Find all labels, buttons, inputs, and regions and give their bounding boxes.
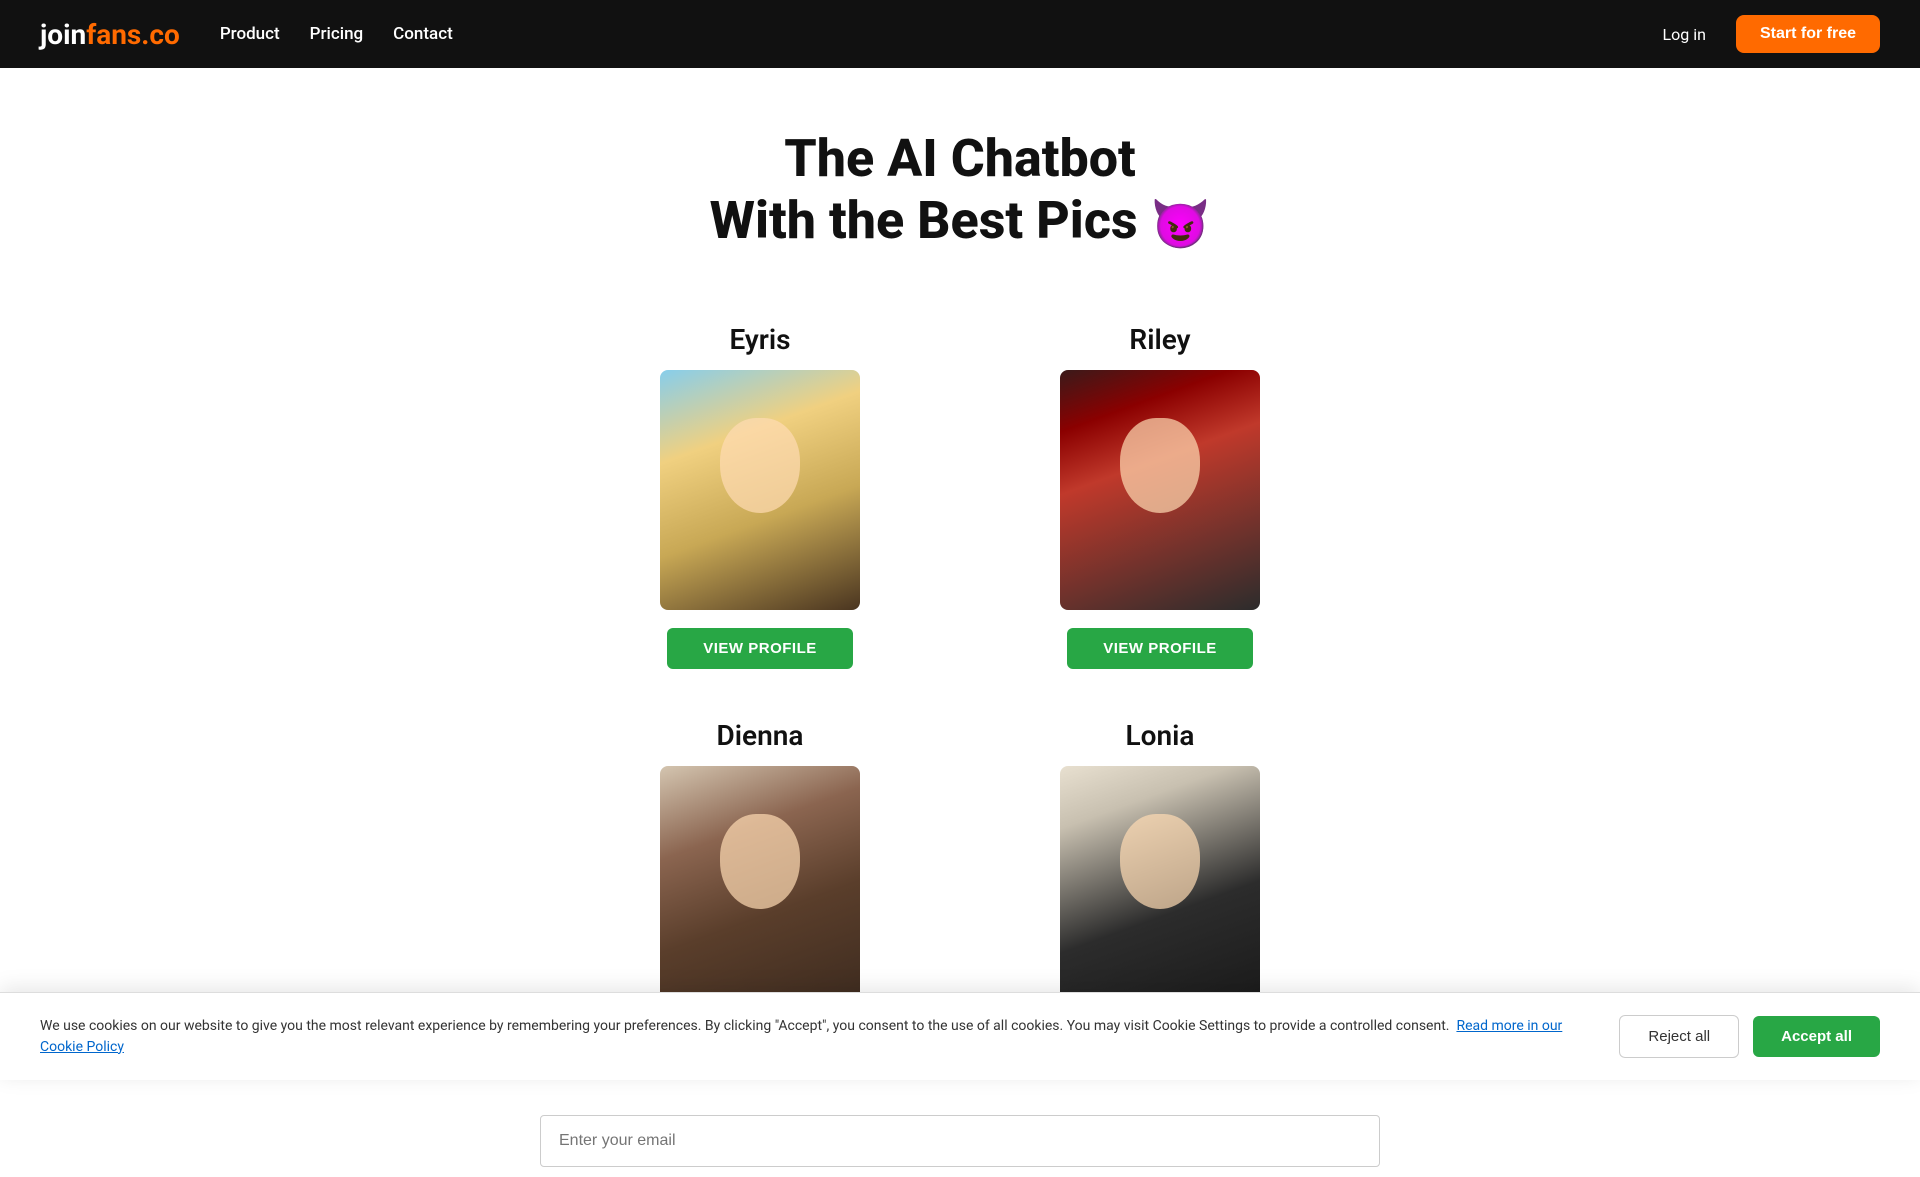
view-profile-riley[interactable]: VIEW PROFILE (1067, 628, 1253, 669)
start-free-button[interactable]: Start for free (1736, 15, 1880, 53)
devil-emoji: 😈 (1151, 196, 1211, 253)
hero-section: The AI Chatbot With the Best Pics 😈 (0, 68, 1920, 283)
profile-image-riley (1060, 370, 1260, 610)
profile-name-riley: Riley (1129, 323, 1190, 356)
navbar: joinfans.co Product Pricing Contact Log … (0, 0, 1920, 68)
nav-right: Log in Start for free (1663, 15, 1880, 53)
email-section (520, 1115, 1400, 1177)
accept-all-button[interactable]: Accept all (1753, 1016, 1880, 1057)
nav-links: Product Pricing Contact (220, 24, 1663, 44)
reject-all-button[interactable]: Reject all (1619, 1015, 1739, 1058)
profile-card-eyris: Eyris VIEW PROFILE (560, 303, 960, 699)
email-input[interactable] (540, 1115, 1380, 1167)
profile-grid: Eyris VIEW PROFILE Riley VIEW PROFILE Di… (560, 283, 1360, 1115)
cookie-text: We use cookies on our website to give yo… (40, 1016, 1579, 1058)
profile-name-eyris: Eyris (729, 323, 790, 356)
nav-product[interactable]: Product (220, 24, 280, 44)
login-link[interactable]: Log in (1663, 25, 1706, 44)
view-profile-eyris[interactable]: VIEW PROFILE (667, 628, 853, 669)
profile-card-riley: Riley VIEW PROFILE (960, 303, 1360, 699)
profile-image-eyris (660, 370, 860, 610)
profile-name-lonia: Lonia (1126, 719, 1195, 752)
nav-contact[interactable]: Contact (393, 24, 453, 44)
hero-title: The AI Chatbot With the Best Pics 😈 (0, 128, 1920, 253)
cookie-buttons: Reject all Accept all (1619, 1015, 1880, 1058)
profile-image-dienna (660, 766, 860, 1006)
nav-pricing[interactable]: Pricing (310, 24, 364, 44)
profile-image-lonia (1060, 766, 1260, 1006)
logo[interactable]: joinfans.co (40, 18, 180, 51)
profile-name-dienna: Dienna (717, 719, 804, 752)
cookie-banner: We use cookies on our website to give yo… (0, 992, 1920, 1080)
